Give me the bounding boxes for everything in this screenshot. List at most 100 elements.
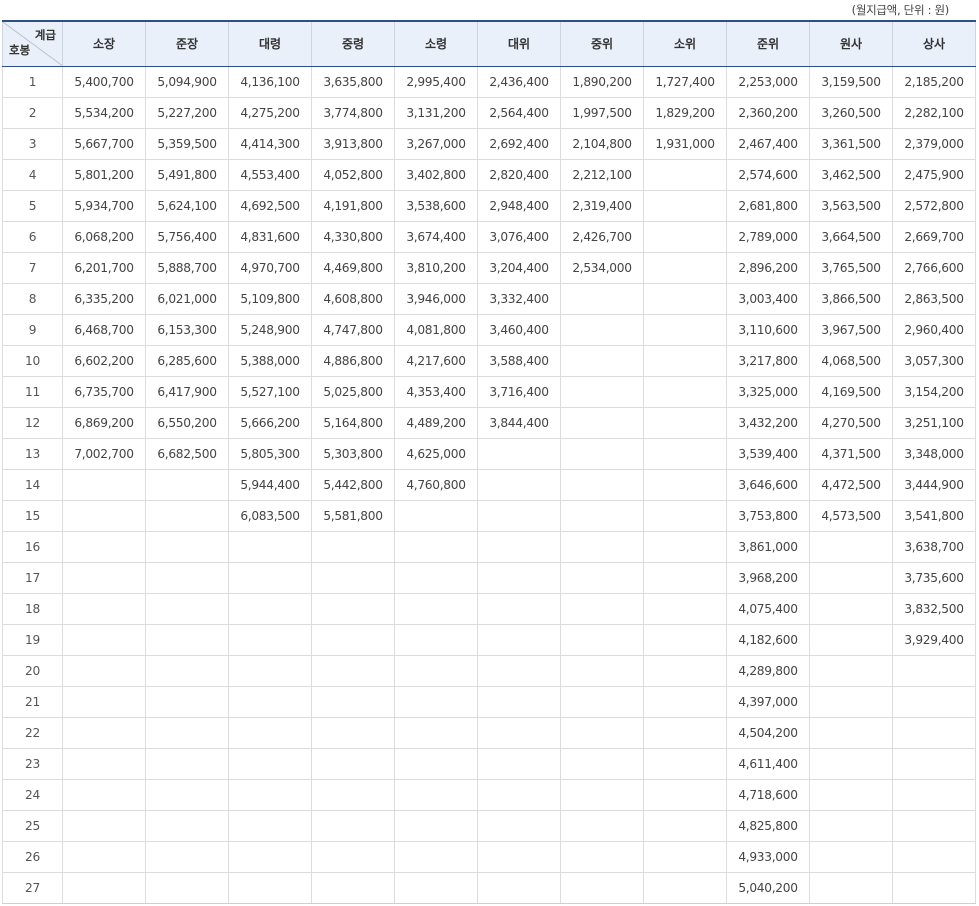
salary-cell (145, 840, 229, 873)
salary-cell (809, 778, 893, 811)
salary-cell: 3,003,400 (726, 282, 810, 315)
salary-cell: 5,527,100 (228, 375, 312, 408)
salary-cell (477, 747, 561, 780)
salary-cell: 4,371,500 (809, 437, 893, 470)
table-row: 20 4,289,800 (2, 654, 976, 687)
salary-cell (145, 592, 229, 625)
salary-cell: 2,436,400 (477, 65, 561, 98)
salary-cell (643, 747, 727, 780)
salary-cell (394, 685, 478, 718)
salary-cell: 5,303,800 (311, 437, 395, 470)
salary-cell (228, 747, 312, 780)
salary-cell: 6,550,200 (145, 406, 229, 439)
salary-cell: 3,674,400 (394, 220, 478, 253)
salary-cell (311, 561, 395, 594)
rank-header: 소위 (643, 20, 727, 67)
salary-cell: 5,666,200 (228, 406, 312, 439)
table-row: 14 5,944,400 5,442,800 4,760,800 3,646,600 4,… (2, 468, 976, 501)
salary-cell (892, 747, 976, 780)
table-row: 2 5,534,200 5,227,200 4,275,200 3,774,800 3,1… (2, 96, 976, 129)
rank-header: 소령 (394, 20, 478, 67)
salary-cell: 3,929,400 (892, 623, 976, 656)
salary-cell (560, 623, 644, 656)
salary-cell: 2,564,400 (477, 96, 561, 129)
salary-cell (643, 530, 727, 563)
table-row: 13 7,002,700 6,682,500 5,805,300 5,303,800 4,… (2, 437, 976, 470)
salary-cell: 5,109,800 (228, 282, 312, 315)
salary-cell (560, 654, 644, 687)
salary-cell (560, 344, 644, 377)
salary-cell (809, 623, 893, 656)
salary-cell: 1,931,000 (643, 127, 727, 160)
salary-cell: 4,191,800 (311, 189, 395, 222)
salary-cell (228, 561, 312, 594)
salary-cell (643, 437, 727, 470)
table-body: 1 5,400,700 5,094,900 4,136,100 3,635,800 2,9… (2, 65, 976, 904)
salary-cell (394, 871, 478, 904)
salary-cell (145, 499, 229, 532)
rank-header: 중위 (560, 20, 644, 67)
salary-cell: 6,153,300 (145, 313, 229, 346)
salary-cell (62, 592, 146, 625)
step-number-cell: 27 (2, 871, 63, 904)
salary-cell: 4,469,800 (311, 251, 395, 284)
table-row: 5 5,934,700 5,624,100 4,692,500 4,191,800 3,5… (2, 189, 976, 222)
salary-cell: 4,081,800 (394, 313, 478, 346)
salary-cell: 4,353,400 (394, 375, 478, 408)
salary-cell: 4,289,800 (726, 654, 810, 687)
salary-cell (560, 468, 644, 501)
rank-header: 중령 (311, 20, 395, 67)
step-number-cell: 24 (2, 778, 63, 811)
salary-cell (892, 654, 976, 687)
salary-cell: 3,588,400 (477, 344, 561, 377)
salary-cell: 3,832,500 (892, 592, 976, 625)
salary-cell (228, 685, 312, 718)
salary-cell (311, 809, 395, 842)
salary-cell: 4,760,800 (394, 468, 478, 501)
salary-cell: 4,933,000 (726, 840, 810, 873)
salary-cell (145, 654, 229, 687)
salary-cell: 2,896,200 (726, 251, 810, 284)
step-number-cell: 25 (2, 809, 63, 842)
salary-cell (311, 840, 395, 873)
salary-cell (394, 623, 478, 656)
table-row: 10 6,602,200 6,285,600 5,388,000 4,886,800 4,… (2, 344, 976, 377)
salary-cell: 3,204,400 (477, 251, 561, 284)
table-row: 6 6,068,200 5,756,400 4,831,600 4,330,800 3,6… (2, 220, 976, 253)
salary-cell: 4,625,000 (394, 437, 478, 470)
salary-cell (892, 871, 976, 904)
salary-cell: 3,968,200 (726, 561, 810, 594)
salary-cell: 2,212,100 (560, 158, 644, 191)
salary-cell (62, 716, 146, 749)
salary-cell: 3,638,700 (892, 530, 976, 563)
salary-cell (643, 778, 727, 811)
step-number-cell: 5 (2, 189, 63, 222)
salary-cell: 4,414,300 (228, 127, 312, 160)
salary-cell: 4,182,600 (726, 623, 810, 656)
table-row: 11 6,735,700 6,417,900 5,527,100 5,025,800 4,… (2, 375, 976, 408)
salary-cell: 2,681,800 (726, 189, 810, 222)
step-number-cell: 17 (2, 561, 63, 594)
salary-cell: 1,890,200 (560, 65, 644, 98)
salary-cell: 3,260,500 (809, 96, 893, 129)
salary-cell (228, 871, 312, 904)
salary-cell (560, 747, 644, 780)
salary-cell: 4,573,500 (809, 499, 893, 532)
salary-cell (477, 809, 561, 842)
salary-cell: 4,397,000 (726, 685, 810, 718)
salary-cell (643, 592, 727, 625)
salary-cell (477, 716, 561, 749)
salary-cell: 6,083,500 (228, 499, 312, 532)
table-row: 23 4,611,400 (2, 747, 976, 780)
salary-cell: 3,967,500 (809, 313, 893, 346)
table-row: 25 4,825,800 (2, 809, 976, 842)
salary-cell (62, 840, 146, 873)
salary-cell: 3,646,600 (726, 468, 810, 501)
step-number-cell: 8 (2, 282, 63, 315)
salary-cell (145, 685, 229, 718)
salary-cell (560, 778, 644, 811)
step-number-cell: 19 (2, 623, 63, 656)
salary-cell (311, 716, 395, 749)
salary-cell: 2,863,500 (892, 282, 976, 315)
salary-cell (560, 313, 644, 346)
